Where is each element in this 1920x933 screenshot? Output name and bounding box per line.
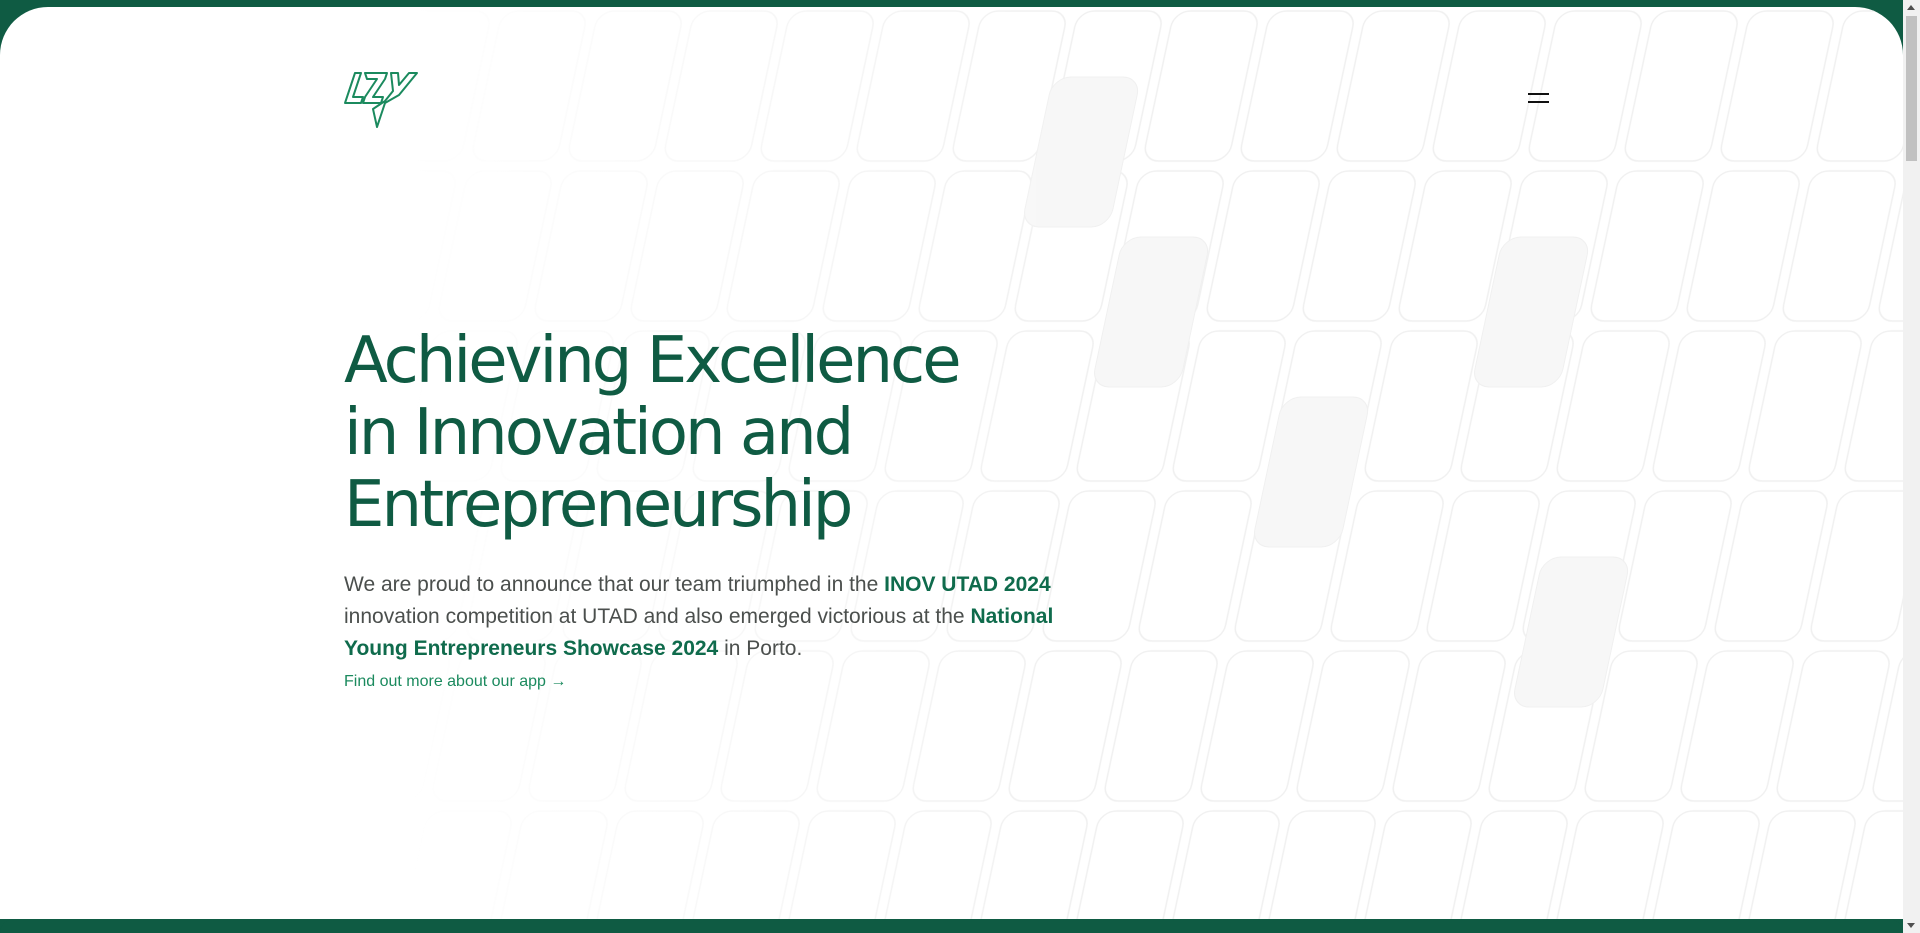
headline-line-3: Entrepreneurship <box>344 468 853 542</box>
headline-line-1: Achieving Excellence <box>344 324 962 398</box>
hero-lead-paragraph: We are proud to announce that our team t… <box>344 569 1064 665</box>
find-out-more-link[interactable]: Find out more about our app → <box>344 673 566 691</box>
vertical-scrollbar[interactable] <box>1903 0 1920 933</box>
hero-headline: Achieving Excellence in Innovation and E… <box>344 325 1074 541</box>
lead-highlight-inov-utad: INOV UTAD 2024 <box>884 573 1051 596</box>
scrollbar-thumb[interactable] <box>1906 16 1917 161</box>
lead-text-2: innovation competition at UTAD and also … <box>344 605 971 628</box>
next-section-curve <box>0 919 1903 933</box>
page-frame: Achieving Excellence in Innovation and E… <box>0 7 1903 933</box>
lead-text-1: We are proud to announce that our team t… <box>344 573 885 596</box>
menu-line-top <box>1528 93 1549 95</box>
hero-section: Achieving Excellence in Innovation and E… <box>344 325 1074 691</box>
next-section-edge <box>0 919 1903 933</box>
brand-logo[interactable] <box>343 69 419 129</box>
scroll-down-arrow-icon[interactable] <box>1907 923 1915 928</box>
lead-text-3: in Porto. <box>718 637 803 660</box>
hero-card: Achieving Excellence in Innovation and E… <box>0 7 1903 919</box>
headline-line-2: in Innovation and <box>344 396 854 470</box>
hamburger-menu-icon[interactable] <box>1528 89 1550 109</box>
menu-line-bottom <box>1528 101 1549 103</box>
scroll-up-arrow-icon[interactable] <box>1907 5 1915 10</box>
